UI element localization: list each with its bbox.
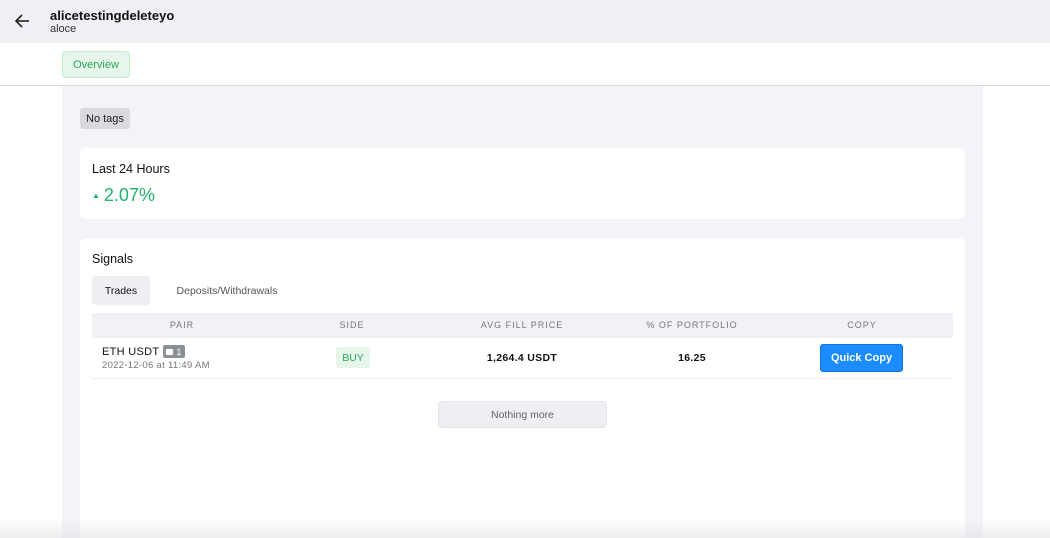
tags-chip[interactable]: No tags [80, 108, 130, 129]
back-button[interactable] [12, 10, 34, 32]
title-block: alicetestingdeleteyo aloce [50, 8, 174, 36]
column-header-copy: COPY [847, 320, 877, 330]
change-value: 2.07% [103, 185, 155, 205]
pct-portfolio-value: 16.25 [678, 352, 706, 364]
signals-title: Signals [92, 252, 133, 266]
column-header-pct-portfolio: % OF PORTFOLIO [646, 320, 738, 330]
nothing-more-button[interactable]: Nothing more [438, 401, 607, 428]
avg-fill-price-value: 1,264.4 USDT [486, 352, 558, 364]
table-row: ETH USDT 1 2022-12-06 at 11:49 AM BUY 1,… [92, 338, 953, 379]
last-24h-card: Last 24 Hours ▲ 2.07% [80, 148, 965, 219]
trade-date: 2022-12-06 at 11:49 AM [102, 360, 210, 371]
signals-card: Signals Trades Deposits/Withdrawals PAIR… [80, 238, 965, 538]
tab-overview[interactable]: Overview [62, 51, 130, 78]
caret-up-icon: ▲ [92, 191, 100, 200]
content-panel: No tags Last 24 Hours ▲ 2.07% Signals Tr… [62, 86, 983, 538]
last-24h-title: Last 24 Hours [92, 162, 170, 176]
column-header-side: SIDE [339, 320, 365, 330]
tab-bar: Overview [0, 43, 1050, 86]
pair-line: ETH USDT 1 [102, 345, 210, 358]
pair-label: ETH USDT [102, 345, 160, 358]
user-handle: aloce [50, 23, 77, 35]
last-24h-change: ▲ 2.07% [92, 185, 155, 206]
username-title: alicetestingdeleteyo [50, 8, 175, 23]
quick-copy-button[interactable]: Quick Copy [820, 344, 903, 372]
comment-badge[interactable]: 1 [163, 345, 185, 358]
subtab-trades[interactable]: Trades [92, 276, 150, 305]
arrow-left-icon [14, 14, 29, 28]
bottom-shadow [0, 518, 1050, 538]
side-badge: BUY [336, 347, 370, 368]
comment-icon [166, 348, 174, 355]
pair-cell: ETH USDT 1 2022-12-06 at 11:49 AM [102, 345, 210, 371]
table-header: PAIR SIDE AVG FILL PRICE % OF PORTFOLIO … [92, 313, 953, 338]
column-header-pair: PAIR [169, 320, 195, 330]
comment-count: 1 [176, 346, 182, 357]
subtab-deposits-withdrawals[interactable]: Deposits/Withdrawals [164, 276, 290, 305]
column-header-avg-fill-price: AVG FILL PRICE [480, 320, 564, 330]
top-header: alicetestingdeleteyo aloce [0, 0, 1050, 43]
